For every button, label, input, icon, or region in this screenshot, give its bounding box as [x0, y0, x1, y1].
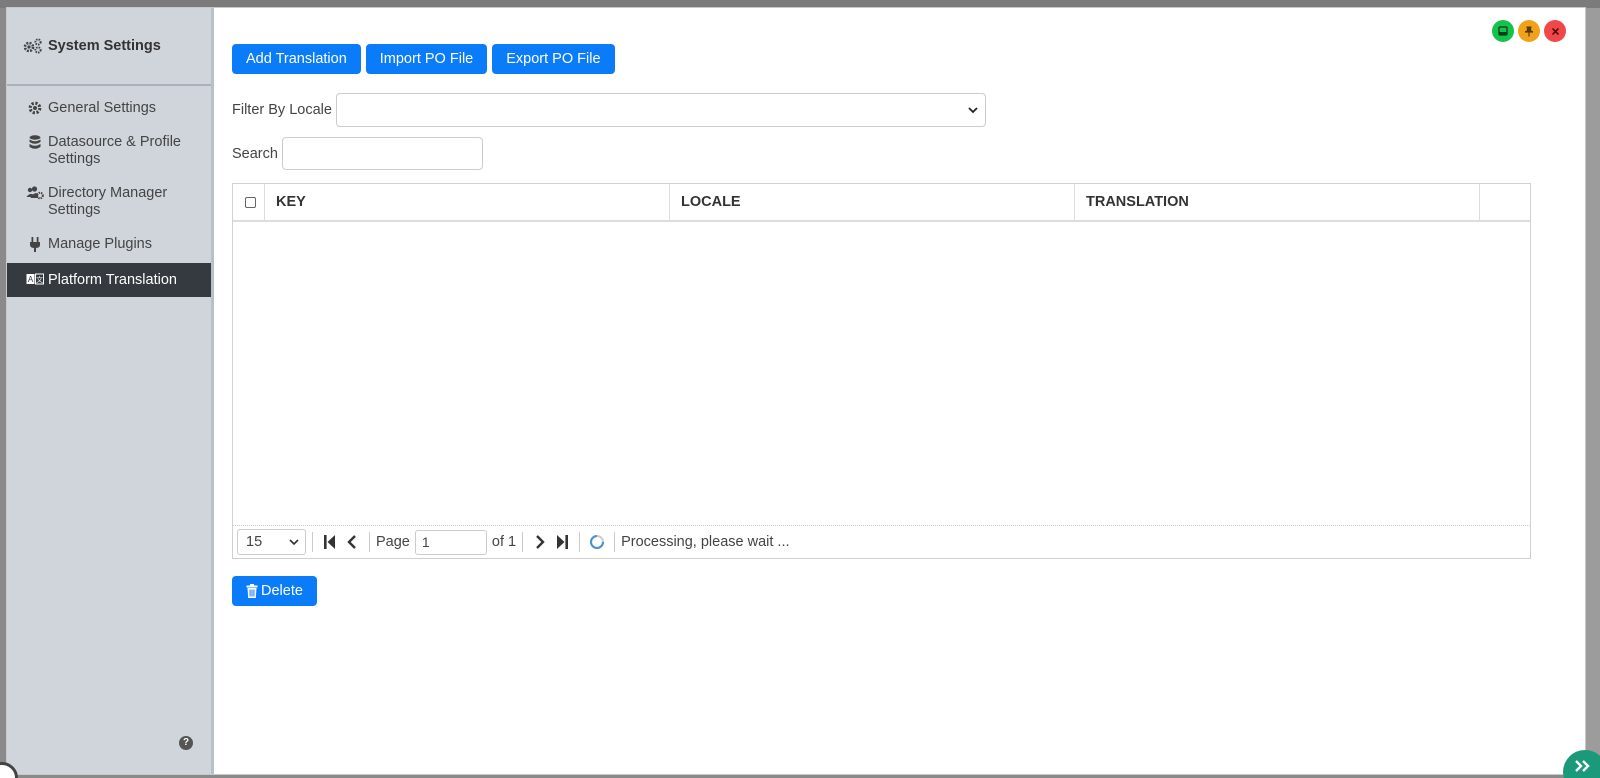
first-page-icon[interactable] — [319, 531, 341, 553]
gears-icon — [23, 38, 42, 54]
search-input[interactable] — [281, 137, 483, 170]
pager: 15 Page 1 of 1 Processing, please wait .… — [233, 526, 1530, 558]
gear-icon — [26, 100, 44, 115]
backdrop-scroll — [1586, 8, 1600, 778]
sidebar: System Settings General Settings Datasou… — [7, 8, 214, 774]
divider — [522, 532, 524, 552]
sidebar-nav: General Settings Datasource & Profile Se… — [7, 86, 211, 297]
search-row: Search — [232, 137, 483, 170]
double-chevron-right-icon — [1575, 760, 1590, 772]
plug-icon — [26, 236, 44, 252]
pin-button[interactable] — [1518, 20, 1540, 42]
page-count-label: of 1 — [491, 534, 517, 550]
refresh-spinner-icon[interactable] — [586, 531, 608, 553]
select-all-checkbox[interactable] — [245, 196, 256, 208]
column-header-locale[interactable]: LOCALE — [670, 184, 1075, 220]
sidebar-item-platform-translation[interactable]: A文 Platform Translation — [7, 263, 211, 297]
settings-window: System Settings General Settings Datasou… — [6, 7, 1586, 775]
minimize-button[interactable] — [1492, 20, 1514, 42]
sidebar-header: System Settings — [7, 8, 211, 86]
toolbar: Add Translation Import PO File Export PO… — [232, 44, 615, 74]
pager-status: Processing, please wait ... — [621, 534, 790, 550]
locale-filter-row: Filter By Locale — [232, 93, 986, 127]
sidebar-item-general-settings[interactable]: General Settings — [7, 91, 211, 125]
page-size-select[interactable]: 15 — [237, 529, 306, 555]
page-number-value: 1 — [421, 534, 430, 550]
select-all-cell — [233, 184, 265, 220]
page-label: Page — [376, 534, 410, 550]
table-body — [233, 222, 1530, 526]
svg-text:文: 文 — [36, 275, 43, 284]
table-header: KEY LOCALE TRANSLATION — [233, 184, 1530, 222]
sidebar-item-label: Datasource & Profile Settings — [48, 134, 181, 167]
chevron-down-icon — [968, 107, 978, 114]
database-icon — [26, 134, 44, 150]
divider — [312, 532, 313, 552]
divider — [614, 532, 616, 552]
divider — [579, 532, 581, 552]
sidebar-title: System Settings — [48, 38, 161, 54]
main-content: Add Translation Import PO File Export PO… — [232, 8, 1585, 774]
page-number-input[interactable]: 1 — [414, 529, 487, 555]
sidebar-item-directory-manager-settings[interactable]: Directory Manager Settings — [7, 176, 211, 227]
delete-label: Delete — [261, 583, 303, 599]
trash-icon — [246, 584, 258, 598]
users-gear-icon — [26, 185, 44, 200]
filter-by-locale-label: Filter By Locale — [232, 102, 332, 118]
sidebar-item-label: Directory Manager Settings — [48, 185, 168, 218]
add-translation-button[interactable]: Add Translation — [232, 44, 361, 74]
sidebar-item-label: General Settings — [48, 100, 157, 116]
locale-select[interactable] — [335, 93, 986, 127]
last-page-icon[interactable] — [551, 531, 573, 553]
language-icon: A文 — [26, 272, 44, 285]
export-po-file-button[interactable]: Export PO File — [492, 44, 615, 74]
close-icon — [1551, 27, 1559, 35]
svg-text:A: A — [28, 275, 34, 284]
sidebar-item-manage-plugins[interactable]: Manage Plugins — [7, 227, 211, 261]
sidebar-item-label: Platform Translation — [48, 272, 177, 288]
previous-page-icon[interactable] — [341, 531, 363, 553]
chevron-down-icon — [289, 539, 299, 546]
delete-button[interactable]: Delete — [232, 576, 317, 606]
page-size-value: 15 — [246, 534, 263, 550]
column-header-translation[interactable]: TRANSLATION — [1075, 184, 1480, 220]
column-header-key[interactable]: KEY — [265, 184, 670, 220]
column-header-extra — [1480, 184, 1530, 220]
help-icon[interactable]: ? — [179, 736, 193, 750]
import-po-file-button[interactable]: Import PO File — [365, 44, 488, 74]
sidebar-item-datasource-profile-settings[interactable]: Datasource & Profile Settings — [7, 125, 211, 176]
pin-icon — [1525, 26, 1533, 36]
next-page-icon[interactable] — [529, 531, 551, 553]
close-button[interactable] — [1544, 20, 1566, 42]
minimize-icon — [1498, 26, 1508, 36]
sidebar-item-label: Manage Plugins — [48, 236, 152, 252]
search-label: Search — [232, 145, 278, 162]
translation-table: KEY LOCALE TRANSLATION 15 Page 1 of 1 Pr… — [232, 183, 1531, 559]
divider — [369, 532, 370, 552]
